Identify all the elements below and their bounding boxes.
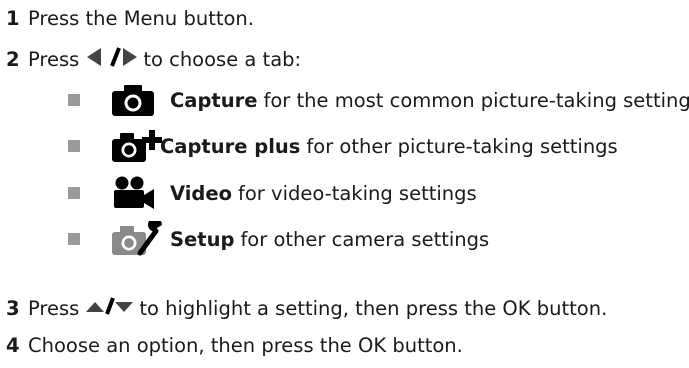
bullet-icon: [68, 94, 80, 106]
step-text-after: to highlight a setting, then press the O…: [139, 296, 608, 320]
tab-name: Capture plus: [160, 134, 301, 158]
up-down-arrows-icon: [85, 296, 134, 321]
camera-icon: [110, 82, 156, 118]
tab-item-video: Video for video-taking settings: [68, 171, 477, 215]
tab-description: for the most common picture-taking setti…: [263, 88, 689, 112]
step-1: 1 Press the Menu button.: [0, 3, 254, 33]
setup-camera-wrench-icon: [110, 217, 166, 257]
camera-plus-icon: [110, 128, 162, 164]
tab-name: Video: [170, 181, 233, 205]
tab-description: for other picture-taking settings: [306, 134, 618, 158]
tab-item-capture: Capture for the most common picture-taki…: [68, 78, 689, 122]
tab-name: Capture: [170, 88, 258, 112]
bullet-icon: [68, 187, 80, 199]
tab-description: for video-taking settings: [238, 181, 477, 205]
step-number: 3: [6, 296, 20, 320]
step-text-before: Press: [28, 47, 80, 71]
step-number: 1: [6, 6, 20, 30]
video-camera-icon: [110, 175, 156, 211]
bullet-icon: [68, 233, 80, 245]
step-2: 2 Press to choose a tab:: [0, 44, 301, 74]
left-right-arrows-icon: [85, 46, 138, 73]
tab-item-capture-plus: Capture plus for other picture-taking se…: [68, 124, 618, 168]
step-number: 2: [6, 47, 20, 71]
step-text: Press the Menu button.: [28, 6, 254, 30]
step-text-before: Press: [28, 296, 80, 320]
step-text: Choose an option, then press the OK butt…: [28, 333, 463, 357]
step-3: 3 Press to highlight a setting, then pre…: [0, 293, 607, 323]
step-4: 4 Choose an option, then press the OK bu…: [0, 330, 463, 360]
tab-description: for other camera settings: [240, 227, 490, 251]
bullet-icon: [68, 140, 80, 152]
step-number: 4: [6, 333, 20, 357]
tab-name: Setup: [170, 227, 235, 251]
tab-item-setup: Setup for other camera settings: [68, 217, 489, 261]
step-text-after: to choose a tab:: [143, 47, 302, 71]
